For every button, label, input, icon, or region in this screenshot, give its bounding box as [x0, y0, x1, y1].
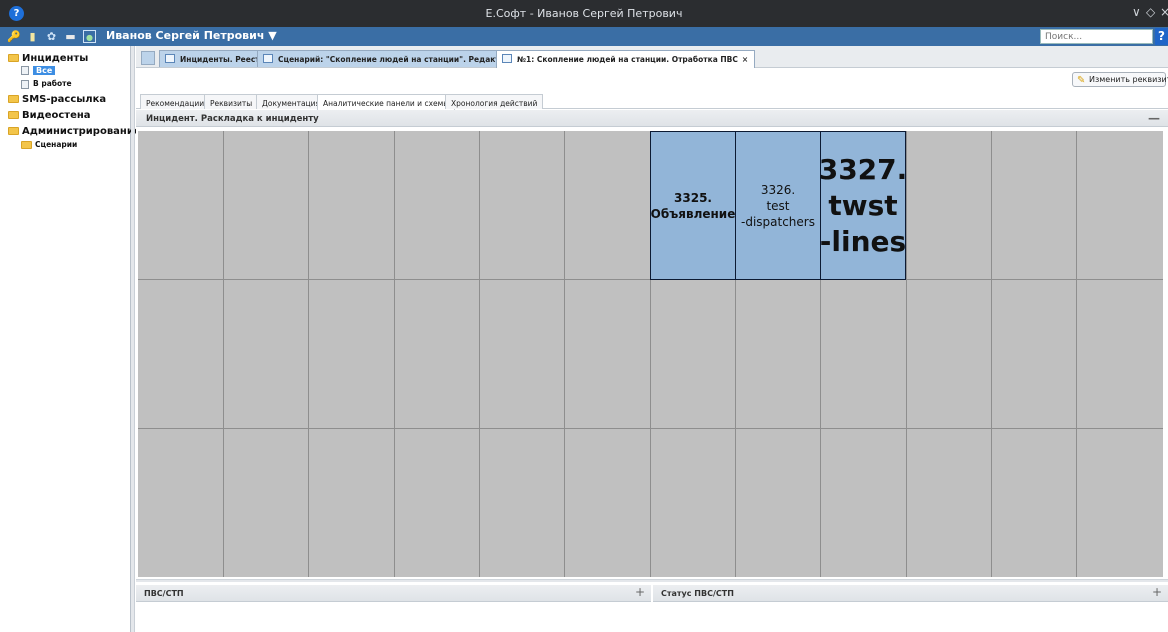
maximize-icon[interactable]: ◇ — [1146, 5, 1155, 19]
main-toolbar: 🔑 ▮ ✿ ▬ ● Иванов Сергей Петрович ▼ ? — [0, 27, 1168, 46]
close-icon[interactable]: × — [1160, 5, 1168, 19]
document-icon — [21, 65, 29, 75]
tab-recommendations[interactable]: Рекомендации — [140, 94, 211, 109]
folder-icon — [21, 141, 32, 149]
sidebar-splitter[interactable] — [131, 46, 135, 632]
minimize-icon[interactable]: ∨ — [1132, 5, 1141, 19]
layout-grid: 3325. Объявление 3326. test -dispatchers 33… — [138, 131, 1163, 577]
status-icon[interactable]: ● — [83, 30, 96, 43]
window-title: Е.Софт - Иванов Сергей Петрович — [485, 7, 683, 20]
document-icon — [21, 79, 29, 89]
search-input[interactable] — [1040, 29, 1153, 44]
tree-item-incidents[interactable]: Инциденты — [8, 53, 88, 64]
pvs-stp-title: ПВС/СТП — [144, 589, 184, 598]
tab-incident-processing[interactable]: №1: Скопление людей на станции. Отработк… — [496, 50, 756, 68]
pvs-stp-status-panel-header: Статус ПВС/СТП + — [653, 585, 1168, 602]
tree-item-scenarios[interactable]: Сценарии — [21, 140, 77, 149]
tab-details[interactable]: Реквизиты — [204, 94, 259, 109]
grid-tile[interactable]: 3327. twst -lines — [819, 131, 907, 280]
tree-item-videowall[interactable]: Видеостена — [8, 110, 91, 121]
add-icon[interactable]: + — [635, 585, 645, 599]
pvs-stp-status-title: Статус ПВС/СТП — [661, 589, 734, 598]
grid-tile[interactable]: 3325. Объявление — [650, 131, 736, 280]
tab-analytics[interactable]: Аналитические панели и схемы — [317, 94, 456, 110]
document-icon[interactable]: ▮ — [26, 30, 39, 43]
tab-page-icon — [502, 54, 512, 63]
tree-item-all[interactable]: Все — [21, 65, 56, 76]
tab-history[interactable]: Хронология действий — [445, 94, 544, 109]
user-menu[interactable]: Иванов Сергей Петрович ▼ — [106, 29, 277, 42]
folder-icon — [8, 54, 19, 62]
section-tabs: Рекомендации Реквизиты Документация Анал… — [136, 92, 1168, 110]
key-icon[interactable]: 🔑 — [7, 30, 21, 43]
grid-tile[interactable]: 3326. test -dispatchers — [735, 131, 821, 280]
collapse-icon[interactable]: — — [1148, 111, 1160, 125]
tree-item-administration[interactable]: Администрирование — [8, 126, 141, 137]
edit-details-button[interactable]: ✎Изменить реквизиты — [1072, 72, 1168, 87]
document-tabs: Инциденты. Реестр× Сценарий: "Скопление … — [136, 46, 1168, 68]
pencil-icon: ✎ — [1077, 75, 1086, 86]
panel-title: Инцидент. Раскладка к инциденту — [146, 114, 319, 124]
tree-item-in-progress[interactable]: В работе — [21, 79, 72, 89]
close-icon[interactable]: × — [742, 55, 748, 64]
add-icon[interactable]: + — [1152, 585, 1162, 599]
tab-page-icon — [165, 54, 175, 63]
tab-documentation[interactable]: Документация — [256, 94, 327, 109]
tree-item-sms[interactable]: SMS-рассылка — [8, 94, 106, 105]
folder-icon — [8, 111, 19, 119]
tab-page-icon — [263, 54, 273, 63]
help-button[interactable]: ? — [1155, 28, 1168, 45]
panel-header: Инцидент. Раскладка к инциденту — — [136, 110, 1168, 127]
mail-tab-icon[interactable] — [141, 51, 155, 65]
navigation-tree: Инциденты Все В работе SMS-рассылка Виде… — [0, 46, 141, 632]
main-content: Инциденты. Реестр× Сценарий: "Скопление … — [136, 46, 1168, 632]
bottom-splitter[interactable] — [136, 579, 1168, 582]
pvs-stp-panel-header: ПВС/СТП + — [136, 585, 651, 602]
settings-icon[interactable]: ✿ — [45, 30, 58, 43]
folder-icon — [8, 127, 19, 135]
window-titlebar: ? Е.Софт - Иванов Сергей Петрович ∨ ◇ × — [0, 0, 1168, 27]
folder-icon[interactable]: ▬ — [64, 30, 77, 43]
folder-icon — [8, 95, 19, 103]
